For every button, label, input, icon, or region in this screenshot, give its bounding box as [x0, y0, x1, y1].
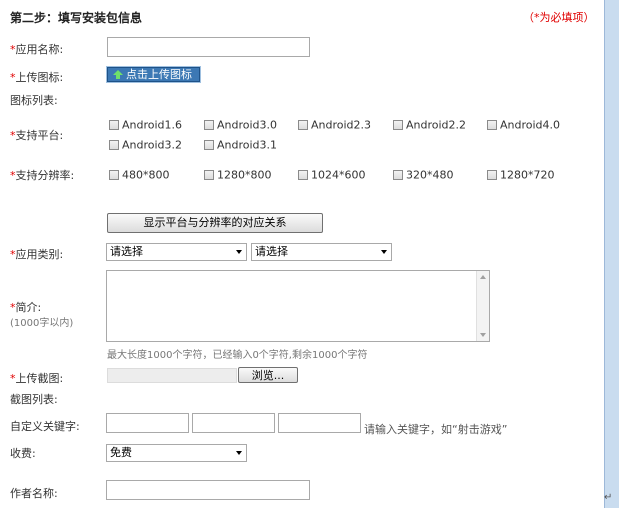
- keywords-hint: 请输入关键字，如“射击游戏”: [364, 423, 508, 436]
- app-name-input[interactable]: [107, 37, 310, 57]
- checkbox-icon[interactable]: [393, 170, 403, 180]
- intro-char-count: 最大长度1000个字符，已经输入0个字符,剩余1000个字符: [107, 350, 368, 361]
- resolution-checkbox-480x800[interactable]: 480*800: [109, 168, 170, 182]
- checkbox-icon[interactable]: [298, 120, 308, 130]
- textarea-scrollbar[interactable]: [476, 271, 489, 341]
- keyword-input-3[interactable]: [278, 413, 361, 433]
- platform-checkbox-android31[interactable]: Android3.1: [204, 138, 277, 152]
- category-select-secondary[interactable]: 请选择: [251, 243, 392, 261]
- checkbox-icon[interactable]: [204, 120, 214, 130]
- resolution-checkbox-1280x720[interactable]: 1280*720: [487, 168, 555, 182]
- platform-checkbox-android16[interactable]: Android1.6: [109, 118, 182, 132]
- app-name-label: *应用名称:: [10, 43, 64, 56]
- keyword-input-2[interactable]: [192, 413, 275, 433]
- checkbox-icon[interactable]: [109, 170, 119, 180]
- checkbox-icon[interactable]: [204, 170, 214, 180]
- dropdown-arrow-icon: [236, 451, 242, 455]
- resolution-label: *支持分辨率:: [10, 169, 75, 182]
- platform-checkbox-android30[interactable]: Android3.0: [204, 118, 277, 132]
- checkbox-icon[interactable]: [109, 120, 119, 130]
- intro-length-note: (1000字以内): [10, 318, 74, 329]
- checkbox-icon[interactable]: [204, 140, 214, 150]
- intro-label: *简介:: [10, 301, 42, 314]
- checkbox-icon[interactable]: [109, 140, 119, 150]
- screenshot-file-path[interactable]: [107, 368, 237, 383]
- platform-checkbox-android23[interactable]: Android2.3: [298, 118, 371, 132]
- intro-textarea[interactable]: [106, 270, 490, 342]
- category-select-primary[interactable]: 请选择: [106, 243, 247, 261]
- checkbox-icon[interactable]: [487, 170, 497, 180]
- platform-checkbox-android22[interactable]: Android2.2: [393, 118, 466, 132]
- checkbox-icon[interactable]: [298, 170, 308, 180]
- upload-icon-label: *上传图标:: [10, 71, 64, 84]
- platform-checkbox-android32[interactable]: Android3.2: [109, 138, 182, 152]
- browse-button[interactable]: 浏览...: [238, 367, 298, 383]
- checkbox-icon[interactable]: [393, 120, 403, 130]
- upload-screenshot-label: *上传截图:: [10, 372, 64, 385]
- required-note: （*为必填项）: [523, 11, 595, 24]
- dropdown-arrow-icon: [236, 250, 242, 254]
- scroll-up-icon[interactable]: [480, 275, 486, 279]
- show-mapping-button[interactable]: 显示平台与分辨率的对应关系: [107, 213, 323, 233]
- scroll-down-icon[interactable]: [480, 333, 486, 337]
- checkbox-icon[interactable]: [487, 120, 497, 130]
- author-name-input[interactable]: [106, 480, 310, 500]
- keywords-label: 自定义关键字:: [10, 420, 80, 433]
- side-bar: [604, 0, 619, 508]
- resolution-checkbox-320x480[interactable]: 320*480: [393, 168, 454, 182]
- upload-icon-button-label: 点击上传图标: [126, 68, 192, 81]
- paragraph-mark: ↵: [604, 492, 613, 503]
- upload-icon-button[interactable]: 点击上传图标: [106, 66, 201, 83]
- resolution-checkbox-1280x800[interactable]: 1280*800: [204, 168, 272, 182]
- keyword-input-1[interactable]: [106, 413, 189, 433]
- icon-list-label: 图标列表:: [10, 94, 58, 107]
- category-label: *应用类别:: [10, 248, 64, 261]
- charge-select[interactable]: 免费: [106, 444, 247, 462]
- platform-checkbox-android40[interactable]: Android4.0: [487, 118, 560, 132]
- resolution-checkbox-1024x600[interactable]: 1024*600: [298, 168, 366, 182]
- charge-label: 收费:: [10, 447, 36, 460]
- author-label: 作者名称:: [10, 487, 58, 500]
- step-title: 第二步：填写安装包信息: [10, 11, 143, 25]
- dropdown-arrow-icon: [381, 250, 387, 254]
- platform-label: *支持平台:: [10, 129, 64, 142]
- screenshot-list-label: 截图列表:: [10, 393, 58, 406]
